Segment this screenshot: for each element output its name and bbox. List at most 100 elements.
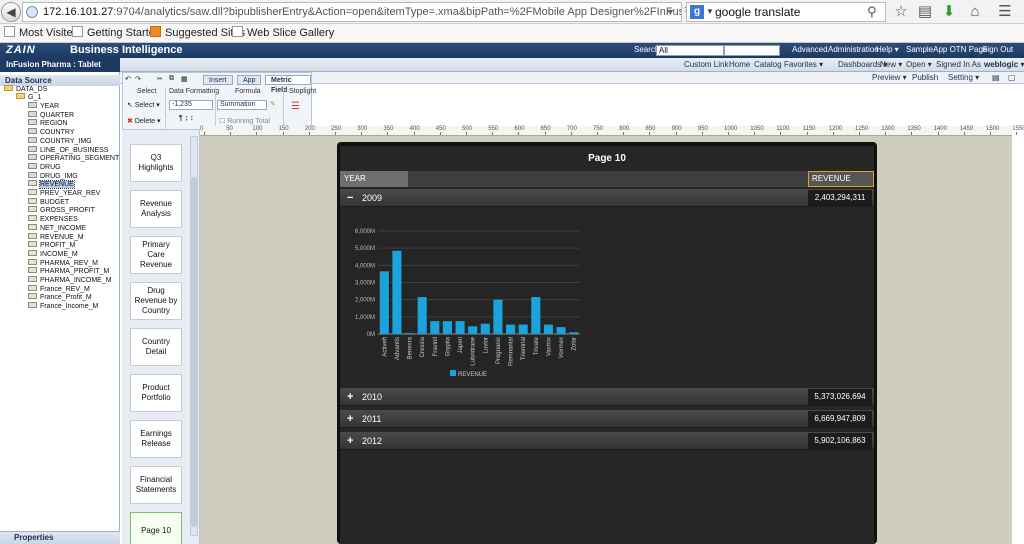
number-format-select[interactable]: -1,235 (169, 100, 213, 110)
help-menu[interactable]: Help ▾ (876, 45, 899, 54)
maximize-icon[interactable]: ▢ (1008, 73, 1016, 82)
copy-icon[interactable]: ⧉ (169, 75, 174, 83)
bookmarks-menu-icon[interactable]: ▤ (916, 3, 934, 21)
advanced-link[interactable]: Advanced (792, 45, 828, 54)
url-field[interactable]: 172.16.101.27:9704/analytics/saw.dll?bip… (22, 2, 682, 22)
home-icon[interactable]: ⌂ (966, 3, 984, 21)
collapse-toggle[interactable]: − (347, 189, 353, 207)
page-thumbnail[interactable]: Page 10 (130, 512, 182, 544)
field-item[interactable]: France_Income_M (28, 302, 98, 310)
cut-icon[interactable]: ✂ (157, 75, 163, 83)
field-item[interactable]: PREV_YEAR_REV (28, 189, 100, 197)
tab-insert[interactable]: Insert (203, 75, 233, 85)
save-icon[interactable]: ▤ (992, 73, 1000, 82)
bookmark-most-visited[interactable]: Most Visited (4, 26, 79, 41)
tree-root-item[interactable]: DATA_DS (4, 85, 47, 93)
bookmark-suggested-sites[interactable]: Suggested Sites (150, 26, 245, 41)
tab-metric-field[interactable]: Metric Field (265, 75, 311, 94)
properties-panel-header[interactable]: Properties (0, 531, 120, 544)
revenue-chart[interactable]: 0M 1,000M 2,000M 3,000M 4,000M 5,000M 6,000M Ac… (340, 212, 874, 384)
field-item[interactable]: OPERATING_SEGMENT (28, 154, 119, 162)
page-thumbnail[interactable]: Revenue Analysis (130, 190, 182, 228)
field-item[interactable]: BUDGET (28, 197, 69, 206)
page-thumbnail[interactable]: Earnings Release (130, 420, 182, 458)
stoplight-icon[interactable]: ☰ (291, 101, 300, 112)
search-engine-dropdown-icon[interactable]: ▼ (706, 7, 714, 16)
expand-toggle[interactable]: + (347, 388, 353, 406)
search-icon[interactable]: ⚲ (867, 4, 877, 20)
field-item[interactable]: France_Profit_M (28, 293, 92, 301)
field-item[interactable]: YEAR (28, 102, 59, 110)
formula-select[interactable]: Summation (217, 100, 267, 110)
expand-toggle[interactable]: + (347, 410, 353, 428)
field-item[interactable]: REVENUE (28, 180, 75, 190)
field-item[interactable]: PHARMA_PROFIT_M (28, 267, 109, 275)
field-item[interactable]: GROSS_PROFIT (28, 206, 95, 214)
field-item[interactable]: DRUG_IMG (28, 171, 78, 180)
field-item[interactable]: INCOME_M (28, 249, 78, 258)
preview-menu[interactable]: Preview ▾ (872, 73, 907, 82)
catalog-link[interactable]: Catalog (754, 60, 782, 69)
paste-icon[interactable]: ▦ (181, 75, 188, 83)
field-item[interactable]: NET_INCOME (28, 223, 86, 232)
field-item[interactable]: PROFIT_M (28, 241, 75, 249)
page-thumbnail[interactable]: Product Portfolio (130, 374, 182, 412)
catalog-search-input[interactable] (724, 45, 780, 56)
bookmark-web-slice-gallery[interactable]: Web Slice Gallery (232, 26, 334, 41)
url-dropdown-icon[interactable]: ▼ (666, 7, 675, 17)
site-identity-icon[interactable] (26, 6, 38, 18)
year-row-2011[interactable]: + 2011 6,669,947,809 (340, 410, 874, 428)
browser-search-box[interactable]: g ▼ google translate ⚲ (686, 2, 886, 22)
column-revenue-header[interactable]: REVENUE (808, 171, 874, 187)
sign-out-link[interactable]: Sign Out (982, 45, 1013, 54)
redo-icon[interactable]: ↷ (135, 75, 141, 83)
field-item[interactable]: REVENUE_M (28, 232, 84, 241)
google-icon[interactable]: g (690, 5, 704, 19)
open-menu[interactable]: Open ▾ (906, 60, 932, 69)
year-row-2010[interactable]: + 2010 5,373,026,694 (340, 388, 874, 406)
year-row-2012[interactable]: + 2012 5,902,106,863 (340, 432, 874, 450)
menu-icon[interactable]: ☰ (996, 3, 1014, 21)
field-item[interactable]: PHARMA_REV_M (28, 258, 98, 267)
column-year-header[interactable]: YEAR (340, 171, 408, 187)
publish-button[interactable]: Publish (912, 73, 938, 82)
page-thumbnail[interactable]: Country Detail (130, 328, 182, 366)
scrollbar-thumb[interactable] (191, 177, 197, 527)
field-item[interactable]: DRUG (28, 162, 61, 171)
delete-button[interactable]: ✖ Delete ▾ (127, 117, 161, 125)
favorites-menu[interactable]: Favorites ▾ (784, 60, 823, 69)
bookmark-star-icon[interactable]: ☆ (892, 3, 910, 21)
custom-link[interactable]: Custom Link (684, 60, 728, 69)
field-item[interactable]: PHARMA_INCOME_M (28, 276, 112, 284)
bookmark-getting-started[interactable]: Getting Started (72, 26, 161, 41)
select-button[interactable]: ↖ Select ▾ (127, 101, 160, 109)
user-menu[interactable]: weblogic ▾ (984, 60, 1024, 69)
back-button[interactable]: ◀ (1, 2, 21, 22)
field-item[interactable]: COUNTRY (28, 128, 74, 136)
field-item[interactable]: COUNTRY_IMG (28, 136, 92, 145)
page-thumbnail[interactable]: Primary Care Revenue (130, 236, 182, 274)
undo-icon[interactable]: ↶ (125, 75, 131, 83)
expand-toggle[interactable]: + (347, 432, 353, 450)
administration-link[interactable]: Administration (828, 45, 879, 54)
sampleapp-link[interactable]: SampleApp OTN Page (906, 45, 987, 54)
new-menu[interactable]: New ▾ (880, 60, 902, 69)
home-link[interactable]: Home (729, 60, 750, 69)
page-thumbnail[interactable]: Q3 Highlights (130, 144, 182, 182)
field-item[interactable]: REGION (28, 119, 68, 127)
search-scope-select[interactable]: All (656, 45, 724, 56)
search-input[interactable]: google translate (715, 5, 800, 19)
field-item[interactable]: EXPENSES (28, 215, 78, 223)
downloads-icon[interactable]: ⬇ (940, 3, 958, 21)
setting-menu[interactable]: Setting ▾ (948, 73, 979, 82)
year-row-2009[interactable]: − 2009 2,403,294,311 (340, 189, 874, 207)
page-thumbnail[interactable]: Financial Statements (130, 466, 182, 504)
running-total-checkbox[interactable]: ☐ Running Total (219, 117, 270, 125)
formula-edit-icon[interactable]: ✎ (270, 100, 276, 108)
page-strip-scrollbar[interactable] (190, 136, 198, 536)
tab-app[interactable]: App (237, 75, 262, 85)
tree-group-item[interactable]: G_1 (16, 93, 41, 101)
format-icons[interactable]: ¶ ↨ ↕ (179, 115, 194, 122)
field-item[interactable]: France_REV_M (28, 284, 90, 293)
field-item[interactable]: LINE_OF_BUSINESS (28, 145, 108, 154)
